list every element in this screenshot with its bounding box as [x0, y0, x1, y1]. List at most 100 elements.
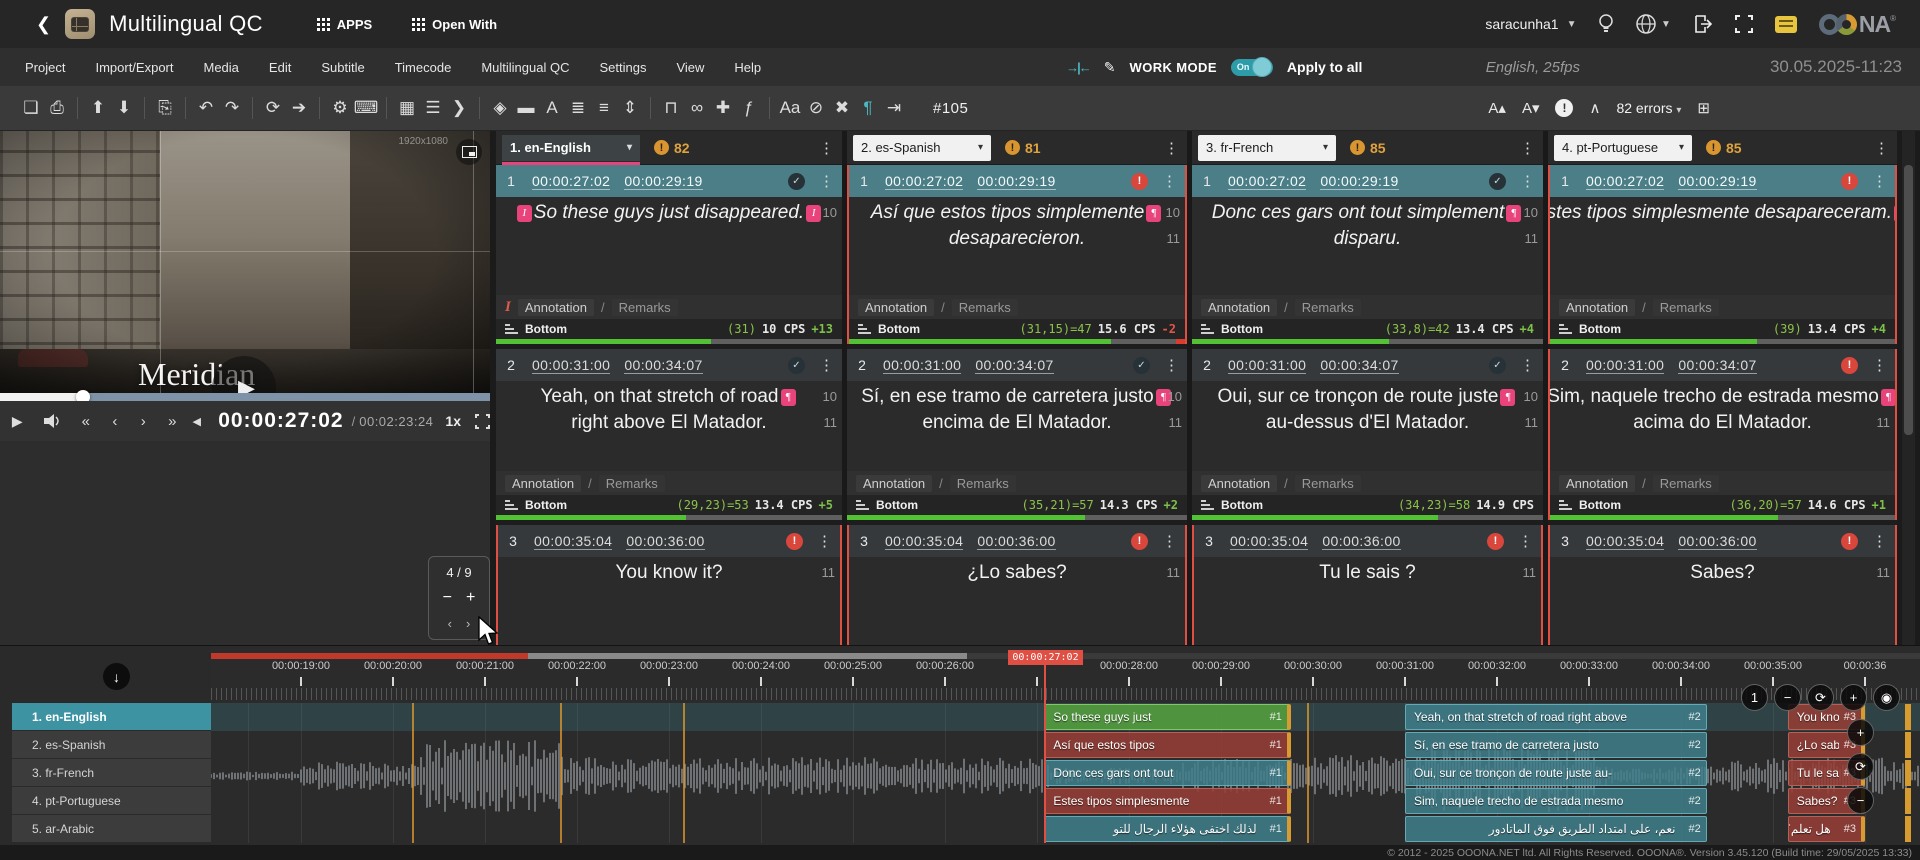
end-timecode[interactable]: 00:00:29:19: [624, 173, 702, 190]
end-timecode[interactable]: 00:00:29:19: [1320, 173, 1398, 190]
annotation-tab[interactable]: Annotation: [1559, 299, 1635, 316]
menu-item-help[interactable]: Help: [719, 60, 776, 75]
subtitle-text-line[interactable]: Estes tipos simplesmente desapareceram.¶: [1550, 200, 1895, 226]
font-increase-button[interactable]: A▴: [1488, 99, 1506, 117]
start-timecode[interactable]: 00:00:31:00: [532, 357, 610, 374]
vertical-fit-icon[interactable]: ⇕: [617, 86, 643, 130]
subtitle-card[interactable]: 300:00:35:0400:00:36:00!⋮Tu le sais ?11: [1192, 525, 1543, 645]
card-menu-button[interactable]: ⋮: [1162, 532, 1177, 550]
link-subtitles-icon[interactable]: ∞: [684, 86, 710, 130]
menu-item-timecode[interactable]: Timecode: [380, 60, 467, 75]
timeline-block[interactable]: Sim, naquele trecho de estrada mesmo#2: [1405, 788, 1707, 814]
align-text-icon[interactable]: ≡: [591, 86, 617, 130]
menu-item-edit[interactable]: Edit: [254, 60, 306, 75]
next-frame-button[interactable]: ›: [129, 413, 157, 430]
timeline-zoom-in-button[interactable]: +: [1840, 684, 1867, 711]
refresh-icon[interactable]: ⟳: [260, 86, 286, 130]
annotation-tab[interactable]: Annotation: [858, 299, 934, 316]
back-button[interactable]: ❮: [36, 14, 51, 35]
card-menu-button[interactable]: ⋮: [1520, 172, 1535, 190]
subtitle-text-area[interactable]: ¿Lo sabes?11: [849, 557, 1185, 645]
annotation-tab[interactable]: Annotation: [505, 475, 581, 492]
column-menu-button[interactable]: ⋮: [1518, 139, 1537, 157]
subtitle-text-line[interactable]: Sim, naquele trecho de estrada mesmo¶: [1550, 384, 1895, 410]
pager-next-button[interactable]: ›: [466, 616, 470, 631]
timeline-reset-zoom-button[interactable]: ⟳: [1807, 684, 1834, 711]
subtitle-text-line[interactable]: Oui, sur ce tronçon de route juste¶: [1192, 384, 1543, 410]
show-formatting-icon[interactable]: ¶: [855, 86, 881, 130]
font-decrease-button[interactable]: A▾: [1522, 99, 1540, 117]
subtitle-card[interactable]: 300:00:35:0400:00:36:00!⋮You know it?11: [496, 525, 842, 645]
annotation-tab[interactable]: Annotation: [1559, 475, 1635, 492]
seek-bar[interactable]: [0, 393, 490, 401]
subtitle-text-line[interactable]: ISo these guys just disappeared.I: [496, 200, 842, 226]
start-timecode[interactable]: 00:00:35:04: [885, 533, 963, 550]
subtitle-card[interactable]: 200:00:31:0000:00:34:07✓⋮Sí, en ese tram…: [847, 349, 1187, 520]
timeline-canvas[interactable]: 00:00:19:0000:00:20:0000:00:21:0000:00:2…: [211, 646, 1920, 846]
player-fullscreen-icon[interactable]: [475, 414, 490, 429]
subtitle-text-line[interactable]: Yeah, on that stretch of road¶: [496, 384, 842, 410]
font-style-icon[interactable]: A: [539, 86, 565, 130]
subtitle-card[interactable]: 300:00:35:0400:00:36:00!⋮¿Lo sabes?11: [847, 525, 1187, 645]
undo-icon[interactable]: ↶: [193, 86, 219, 130]
subtitle-text-line[interactable]: Sí, en ese tramo de carretera justo¶: [847, 384, 1187, 410]
play-button[interactable]: ▶: [0, 413, 35, 430]
subtitle-text-line[interactable]: encima de El Matador.: [847, 410, 1187, 436]
card-menu-button[interactable]: ⋮: [1162, 172, 1177, 190]
remarks-tab[interactable]: Remarks: [1653, 475, 1719, 492]
apps-button[interactable]: APPS: [317, 17, 372, 32]
list-view-icon[interactable]: ☰: [420, 86, 446, 130]
remarks-tab[interactable]: Remarks: [1295, 475, 1361, 492]
timeline-block[interactable]: لذلك اختفى هؤلاء الرجال للتو#1: [1044, 816, 1291, 842]
errors-dropdown[interactable]: 82 errors ▾: [1616, 100, 1681, 116]
picture-in-picture-icon[interactable]: [456, 139, 482, 165]
redo-icon[interactable]: ↷: [219, 86, 245, 130]
subtitle-text-area[interactable]: Oui, sur ce tronçon de route juste¶au-de…: [1192, 381, 1543, 471]
add-subtitle-icon[interactable]: ✚: [710, 86, 736, 130]
timeline-side-zoom-in-button[interactable]: +: [1847, 719, 1874, 746]
timeline-block[interactable]: So these guys just#1: [1044, 704, 1291, 730]
settings-gear-icon[interactable]: ⚙: [327, 86, 353, 130]
columns-scrollbar[interactable]: [1902, 131, 1915, 645]
subtitle-text-area[interactable]: Sabes?11: [1550, 557, 1895, 645]
column-menu-button[interactable]: ⋮: [1162, 139, 1181, 157]
volume-icon[interactable]: [35, 414, 71, 428]
edit-pencil-icon[interactable]: ✎: [1104, 59, 1116, 76]
error-info-icon[interactable]: !: [1555, 99, 1573, 117]
keyboard-shortcuts-icon[interactable]: ⌨: [353, 86, 379, 130]
annotation-tab[interactable]: Annotation: [856, 475, 932, 492]
timeline-block[interactable]: هل تعلم؟#3: [1788, 816, 1865, 842]
remarks-tab[interactable]: Remarks: [599, 475, 665, 492]
timeline-block[interactable]: Estes tipos simplesmente#1: [1044, 788, 1291, 814]
start-timecode[interactable]: 00:00:31:00: [1228, 357, 1306, 374]
merge-subtitles-icon[interactable]: ⊓: [658, 86, 684, 130]
pager-zoom-out-button[interactable]: −: [443, 591, 452, 605]
timeline-visibility-button[interactable]: ◉: [1873, 684, 1900, 711]
timeline-scroll-thumb[interactable]: [528, 653, 967, 659]
merge-arrows-icon[interactable]: →|←: [1066, 60, 1090, 75]
background-fill-icon[interactable]: ▬: [513, 86, 539, 130]
subtitle-text-line[interactable]: You know it?: [498, 560, 840, 586]
remarks-tab[interactable]: Remarks: [612, 299, 678, 316]
prev-frame-button[interactable]: ‹: [101, 413, 129, 430]
subtitle-text-area[interactable]: Sim, naquele trecho de estrada mesmo¶aci…: [1550, 381, 1895, 471]
card-menu-button[interactable]: ⋮: [817, 532, 832, 550]
subtitle-text-line[interactable]: Sabes?: [1550, 560, 1895, 586]
wrap-text-icon[interactable]: ⇥: [881, 86, 907, 130]
annotation-tab[interactable]: Annotation: [1201, 475, 1277, 492]
start-timecode[interactable]: 00:00:27:02: [1228, 173, 1306, 190]
subtitle-text-line[interactable]: Así que estos tipos simplemente¶: [849, 200, 1185, 226]
export-subtitles-icon[interactable]: ⎘: [152, 86, 178, 130]
language-globe-button[interactable]: ▼: [1635, 13, 1671, 35]
subtitle-text-line[interactable]: Donc ces gars ont tout simplement¶: [1192, 200, 1543, 226]
end-timecode[interactable]: 00:00:34:07: [1678, 357, 1756, 374]
collapse-errors-button[interactable]: ∧: [1589, 99, 1600, 117]
card-menu-button[interactable]: ⋮: [1872, 532, 1887, 550]
menu-item-view[interactable]: View: [661, 60, 719, 75]
subtitle-text-area[interactable]: Tu le sais ?11: [1194, 557, 1541, 645]
grid-view-button[interactable]: ⊞: [1697, 99, 1710, 117]
fast-forward-button[interactable]: »: [157, 413, 187, 430]
start-timecode[interactable]: 00:00:31:00: [1586, 357, 1664, 374]
timeline-block[interactable]: Oui, sur ce tronçon de route juste au-#2: [1405, 760, 1707, 786]
open-project-icon[interactable]: ❏: [18, 86, 44, 130]
